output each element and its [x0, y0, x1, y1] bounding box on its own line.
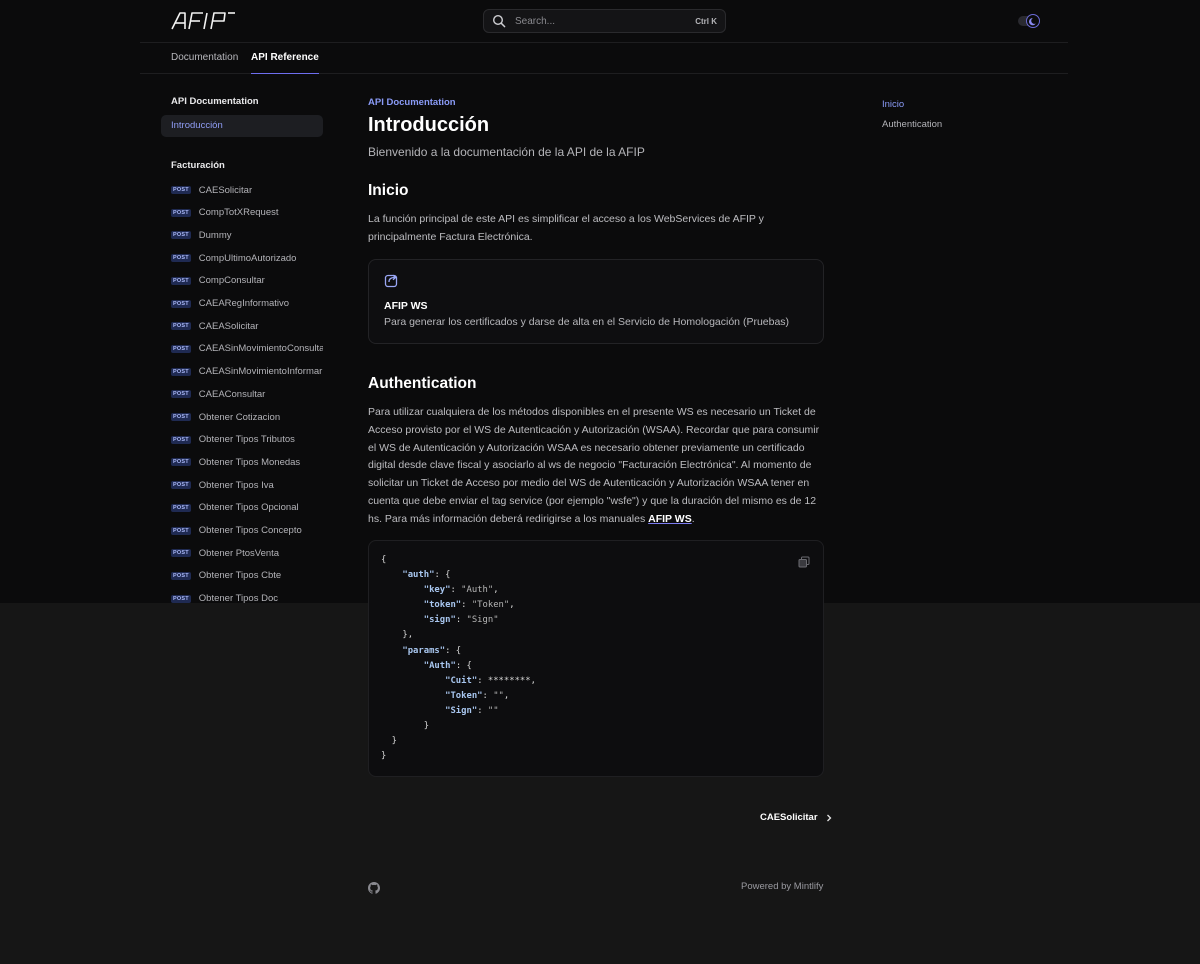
method-badge: POST: [171, 413, 191, 421]
sidebar-item-dummy[interactable]: POST Dummy: [171, 228, 232, 242]
next-page-link[interactable]: CAESolicitar: [760, 812, 832, 823]
method-badge: POST: [171, 276, 191, 285]
sidebar-item-label: Obtener Cotizacion: [198, 411, 281, 423]
share-icon: [384, 272, 400, 288]
page-subtitle: Bienvenido a la documentación de la API …: [368, 145, 645, 159]
sidebar-item-caesolicitar[interactable]: POST CAESolicitar: [171, 183, 252, 197]
sidebar-item-caeasolicitar[interactable]: POST CAEASolicitar: [171, 319, 258, 333]
sidebar-item-obtener-ptosventa[interactable]: POST Obtener PtosVenta: [171, 546, 279, 560]
method-badge: POST: [171, 526, 191, 535]
method-badge: POST: [171, 322, 191, 331]
authentication-end: .: [691, 512, 695, 525]
sidebar-item-obtener-tipos-monedas[interactable]: POST Obtener Tipos Monedas: [171, 455, 300, 469]
method-badge: POST: [171, 231, 191, 240]
toc-item-authentication[interactable]: Authentication: [882, 119, 942, 130]
card-description: Para generar los certificados y darse de…: [384, 316, 790, 328]
sidebar-item-compultimoautorizado[interactable]: POST CompUltimoAutorizado: [171, 251, 296, 265]
code-block: { "auth": { "key": "Auth", "token": "Tok…: [368, 540, 824, 777]
method-badge: POST: [171, 299, 191, 308]
method-badge: POST: [171, 390, 191, 399]
heading-inicio: Inicio: [368, 182, 409, 199]
sidebar-item-obtener-tipos-cbte[interactable]: POST Obtener Tipos Cbte: [171, 569, 281, 583]
sidebar-item-label: CAEAConsultar: [198, 388, 266, 400]
sidebar-item-label: Obtener Tipos Cbte: [198, 570, 282, 582]
afip-logo[interactable]: [171, 11, 237, 31]
sidebar-item-label: CompConsultar: [198, 275, 265, 287]
method-badge: POST: [171, 549, 191, 558]
afip-ws-card[interactable]: AFIP WS Para generar los certificados y …: [368, 259, 824, 344]
sidebar-item-label: CAEASolicitar: [198, 320, 259, 332]
method-badge: POST: [171, 594, 191, 603]
method-badge: POST: [171, 254, 191, 263]
chevron-right-icon: [826, 814, 832, 822]
method-badge: POST: [171, 435, 191, 444]
page-title: Introducción: [368, 114, 490, 136]
sidebar-item-introduccion[interactable]: Introducción: [161, 115, 323, 137]
sidebar-item-label: Dummy: [198, 229, 232, 241]
top-header: Search... Ctrl K: [140, 0, 1068, 43]
top-tabs: Documentation API Reference: [140, 43, 1068, 74]
sidebar-group-facturacion: Facturación: [171, 160, 225, 171]
method-badge: POST: [171, 503, 191, 512]
sidebar-item-label: CAEASinMovimientoConsultar: [198, 343, 323, 355]
authentication-text: Para utilizar cualquiera de los métodos …: [368, 406, 820, 525]
sidebar-item-comptotxrequest[interactable]: POST CompTotXRequest: [171, 206, 279, 220]
copy-icon[interactable]: [798, 555, 810, 568]
sidebar-item-obtener-tipos-concepto[interactable]: POST Obtener Tipos Concepto: [171, 524, 302, 538]
afip-ws-link[interactable]: AFIP WS: [648, 513, 692, 525]
sidebar-item-caeasinmovimientoinformar[interactable]: POST CAEASinMovimientoInformar: [171, 365, 322, 379]
sidebar-item-caeaconsultar[interactable]: POST CAEAConsultar: [171, 387, 265, 401]
powered-by-mintlify[interactable]: Powered by Mintlify: [741, 881, 823, 892]
app-root: Search... Ctrl K Documentation API Refer…: [0, 0, 1200, 964]
inicio-paragraph: La función principal de este API es simp…: [368, 213, 764, 243]
search-icon: [492, 14, 506, 28]
sidebar-item-caeasinmovimientoconsultar[interactable]: POST CAEASinMovimientoConsultar: [171, 342, 323, 356]
sidebar-item-compconsultar[interactable]: POST CompConsultar: [171, 274, 265, 288]
search-input[interactable]: Search... Ctrl K: [483, 9, 726, 33]
sidebar-item-obtener-tipos-tributos[interactable]: POST Obtener Tipos Tributos: [171, 433, 295, 447]
sidebar: API Documentation Introducción Facturaci…: [161, 88, 323, 603]
authentication-paragraph: Para utilizar cualquiera de los métodos …: [368, 404, 824, 529]
sidebar-item-label: CAESolicitar: [198, 184, 253, 196]
sidebar-item-label: Obtener Tipos Doc: [198, 593, 278, 603]
sidebar-item-label: CAEARegInformativo: [198, 298, 290, 309]
sidebar-item-label: Obtener Tipos Opcional: [198, 502, 299, 514]
method-badge: POST: [171, 367, 191, 376]
sidebar-item-obtener-tipos-iva[interactable]: POST Obtener Tipos Iva: [171, 478, 274, 492]
method-badge: POST: [171, 344, 191, 353]
tab-documentation[interactable]: Documentation: [171, 43, 238, 74]
sidebar-item-label: Obtener Tipos Monedas: [198, 456, 301, 468]
afip-logo-icon: [171, 12, 235, 30]
method-badge: POST: [171, 571, 191, 580]
theme-toggle-track: [1018, 14, 1040, 28]
sidebar-item-obtener-tipos-doc[interactable]: POST Obtener Tipos Doc: [171, 592, 278, 603]
page-eyebrow: API Documentation: [368, 97, 456, 108]
sidebar-item-label: CompUltimoAutorizado: [198, 252, 297, 264]
heading-authentication: Authentication: [368, 375, 477, 392]
code-content: { "auth": { "key": "Auth", "token": "Tok…: [381, 555, 536, 762]
sidebar-group-api-documentation: API Documentation: [171, 96, 259, 107]
method-badge: POST: [171, 186, 191, 194]
sidebar-item-label: Obtener Tipos Tributos: [198, 434, 295, 446]
github-icon[interactable]: [368, 881, 381, 894]
sidebar-item-label: Obtener PtosVenta: [198, 547, 280, 559]
method-badge: POST: [171, 481, 191, 490]
sidebar-item-obtener-cotizacion[interactable]: POST Obtener Cotizacion: [171, 410, 280, 424]
moon-icon: [1026, 14, 1040, 28]
sidebar-item-label: CAEASinMovimientoInformar: [198, 366, 323, 378]
sidebar-item-label: Obtener Tipos Concepto: [198, 525, 302, 536]
sidebar-item-obtener-tipos-opcional[interactable]: POST Obtener Tipos Opcional: [171, 501, 299, 515]
search-shortcut: Ctrl K: [695, 16, 717, 26]
sidebar-item-label: CompTotXRequest: [198, 207, 279, 219]
search-placeholder: Search...: [515, 15, 556, 27]
sidebar-item-caeareginformativo[interactable]: POST CAEARegInformativo: [171, 297, 289, 311]
method-badge: POST: [171, 458, 191, 467]
theme-toggle[interactable]: [1018, 14, 1040, 28]
card-title: AFIP WS: [384, 300, 428, 312]
tab-api-reference[interactable]: API Reference: [251, 43, 319, 74]
next-page-label: CAESolicitar: [760, 812, 818, 823]
sidebar-item-label: Obtener Tipos Iva: [198, 479, 274, 491]
method-badge: POST: [171, 208, 191, 217]
toc-item-inicio[interactable]: Inicio: [882, 99, 904, 110]
